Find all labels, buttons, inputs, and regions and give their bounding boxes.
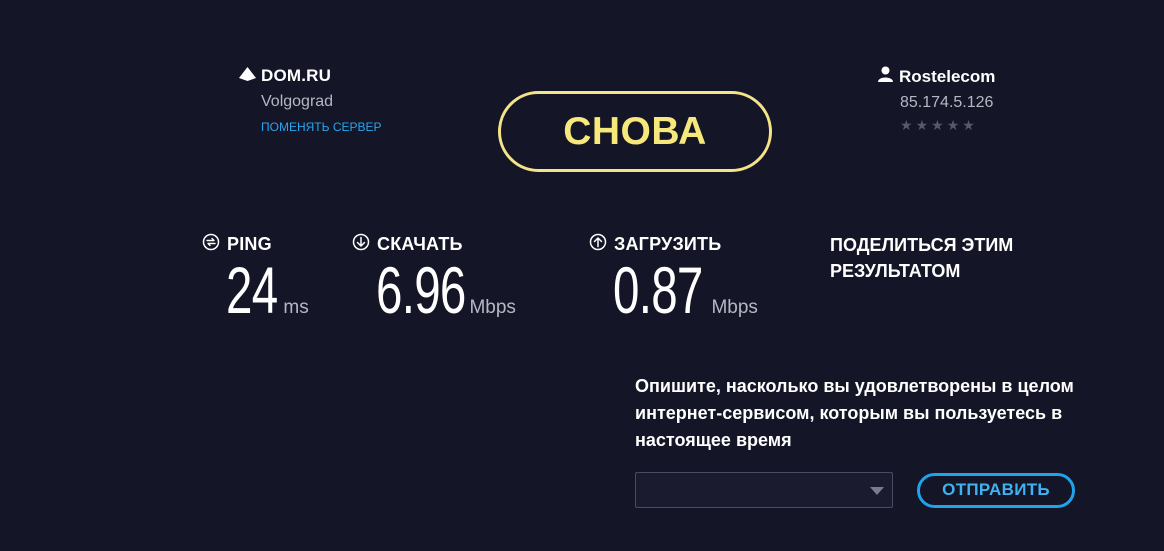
chevron-down-icon	[870, 487, 885, 495]
rating-star-icon[interactable]: ★	[947, 118, 960, 132]
upload-unit: Mbps	[711, 297, 758, 318]
ping-value: 24	[226, 253, 278, 327]
survey-question: Опишите, насколько вы удовлетворены в це…	[635, 376, 1074, 450]
server-triangle-icon	[239, 66, 256, 86]
download-unit: Mbps	[469, 297, 516, 318]
ping-unit: ms	[283, 297, 309, 318]
download-label: СКАЧАТЬ	[377, 234, 463, 254]
speedtest-results-panel: DOM.RU Volgograd ПОМЕНЯТЬ СЕРВЕР Rostele…	[0, 0, 1164, 551]
test-again-label: СНОВА	[563, 109, 707, 153]
ping-icon	[202, 233, 220, 256]
server-name: DOM.RU	[261, 66, 332, 85]
share-result-label: ПОДЕЛИТЬСЯ ЭТИМ РЕЗУЛЬТАТОМ	[830, 235, 1014, 281]
server-name-row: DOM.RU	[239, 66, 382, 86]
upload-arrow-icon	[589, 233, 607, 256]
satisfaction-select[interactable]	[635, 472, 894, 508]
upload-label: ЗАГРУЗИТЬ	[614, 234, 722, 254]
ping-metric: PING 24 ms	[202, 233, 309, 327]
upload-value: 0.87	[613, 253, 703, 327]
isp-name-row: Rostelecom	[877, 66, 995, 87]
survey-controls: ОТПРАВИТЬ	[635, 472, 1075, 508]
isp-name: Rostelecom	[899, 66, 996, 86]
download-value: 6.96	[376, 253, 466, 327]
ping-value-row: 24 ms	[226, 253, 309, 327]
isp-rating-stars[interactable]: ★ ★ ★ ★ ★	[900, 118, 995, 132]
rating-star-icon[interactable]: ★	[931, 118, 944, 132]
server-city: Volgograd	[261, 93, 334, 110]
download-arrow-icon	[352, 233, 370, 256]
isp-ip-address: 85.174.5.126	[900, 94, 994, 111]
submit-survey-button[interactable]: ОТПРАВИТЬ	[917, 472, 1075, 508]
rating-star-icon[interactable]: ★	[962, 118, 975, 132]
server-info: DOM.RU Volgograd ПОМЕНЯТЬ СЕРВЕР	[239, 66, 382, 134]
ping-label: PING	[227, 234, 272, 254]
download-metric: СКАЧАТЬ 6.96 Mbps	[352, 233, 516, 327]
change-server-link[interactable]: ПОМЕНЯТЬ СЕРВЕР	[261, 120, 382, 134]
rating-star-icon[interactable]: ★	[900, 118, 913, 132]
submit-survey-label: ОТПРАВИТЬ	[942, 480, 1050, 499]
download-value-row: 6.96 Mbps	[376, 253, 516, 327]
isp-info: Rostelecom 85.174.5.126 ★ ★ ★ ★ ★	[877, 66, 995, 132]
upload-metric: ЗАГРУЗИТЬ 0.87 Mbps	[589, 233, 758, 327]
upload-value-row: 0.87 Mbps	[613, 253, 758, 327]
test-again-button[interactable]: СНОВА	[498, 91, 772, 172]
person-icon	[877, 66, 894, 87]
rating-star-icon[interactable]: ★	[916, 118, 929, 132]
satisfaction-survey: Опишите, насколько вы удовлетворены в це…	[635, 373, 1075, 508]
